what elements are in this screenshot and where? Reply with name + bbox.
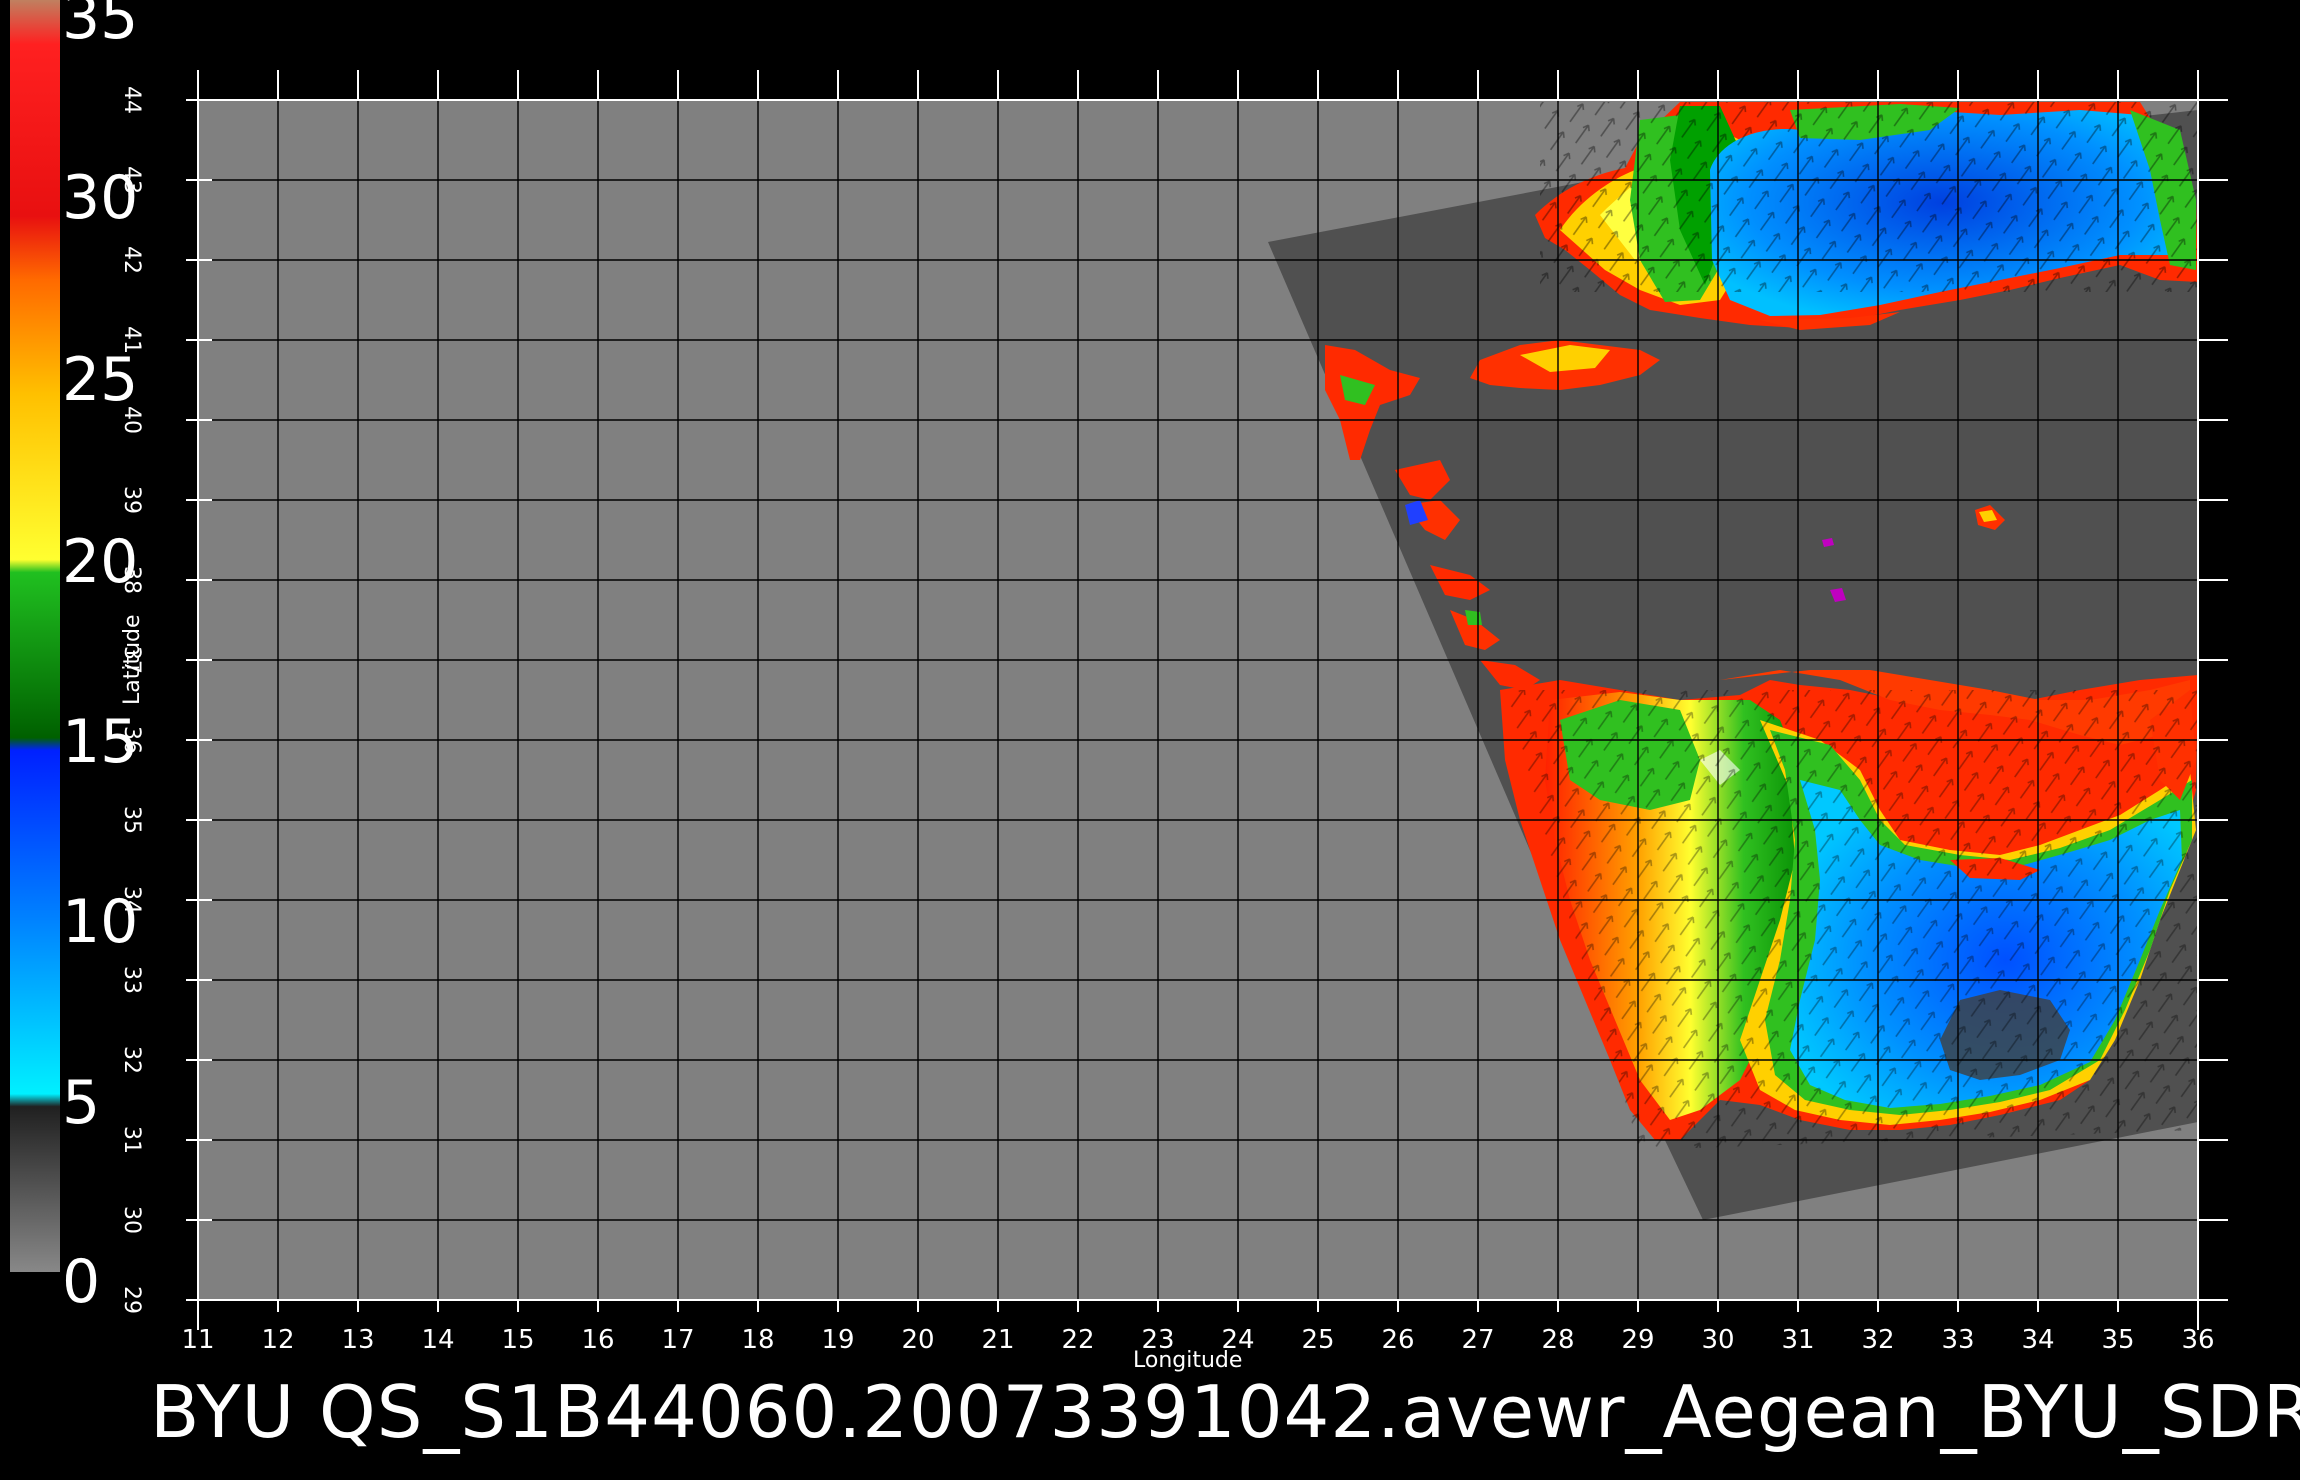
y-tick-label: 36 — [119, 726, 144, 754]
x-tick-label: 35 — [2101, 1325, 2135, 1355]
x-tick-label: 29 — [1621, 1325, 1655, 1355]
y-tick-label: 33 — [119, 966, 144, 994]
x-tick-label: 20 — [901, 1325, 935, 1355]
x-tick-label: 11 — [181, 1325, 215, 1355]
file-caption: BYU QS_S1B44060.20073391042.avewr_Aegean… — [150, 1370, 2300, 1454]
y-tick-label: 41 — [119, 326, 144, 354]
y-tick-label: 43 — [119, 166, 144, 194]
x-tick-label: 14 — [421, 1325, 455, 1355]
x-tick-label: 25 — [1301, 1325, 1335, 1355]
colorbar-label-35: 35 — [62, 0, 139, 53]
y-tick-label: 42 — [119, 246, 144, 274]
x-tick-label: 17 — [661, 1325, 695, 1355]
colorbar-label-5: 5 — [62, 1068, 101, 1138]
y-tick-label: 30 — [119, 1206, 144, 1234]
x-tick-label: 21 — [981, 1325, 1015, 1355]
x-tick-label: 30 — [1701, 1325, 1735, 1355]
colorbar-label-0: 0 — [62, 1247, 101, 1317]
y-tick-label: 32 — [119, 1046, 144, 1074]
x-tick-label: 19 — [821, 1325, 855, 1355]
x-tick-label: 12 — [261, 1325, 295, 1355]
y-tick-label: 40 — [119, 406, 144, 434]
wind-map — [10, 0, 2228, 1330]
x-tick-label: 13 — [341, 1325, 375, 1355]
x-tick-label: 28 — [1541, 1325, 1575, 1355]
x-tick-label: 32 — [1861, 1325, 1895, 1355]
x-tick-label: 23 — [1141, 1325, 1175, 1355]
x-tick-label: 36 — [2181, 1325, 2215, 1355]
x-tick-label: 31 — [1781, 1325, 1815, 1355]
y-tick-label: 29 — [119, 1286, 144, 1314]
x-tick-label: 34 — [2021, 1325, 2055, 1355]
x-tick-label: 33 — [1941, 1325, 1975, 1355]
x-tick-label: 16 — [581, 1325, 615, 1355]
x-tick-label: 26 — [1381, 1325, 1415, 1355]
y-tick-label: 38 — [119, 566, 144, 594]
x-tick-label: 27 — [1461, 1325, 1495, 1355]
x-tick-label: 15 — [501, 1325, 535, 1355]
y-tick-label: 39 — [119, 486, 144, 514]
y-tick-label: 34 — [119, 886, 144, 914]
colorbar-label-25: 25 — [62, 345, 139, 415]
colorbar — [10, 0, 60, 1272]
y-tick-label: 44 — [119, 86, 144, 114]
y-tick-label: 35 — [119, 806, 144, 834]
x-tick-label: 24 — [1221, 1325, 1255, 1355]
y-tick-label: 31 — [119, 1126, 144, 1154]
y-tick-label: 37 — [119, 646, 144, 674]
x-tick-label: 18 — [741, 1325, 775, 1355]
x-tick-label: 22 — [1061, 1325, 1095, 1355]
